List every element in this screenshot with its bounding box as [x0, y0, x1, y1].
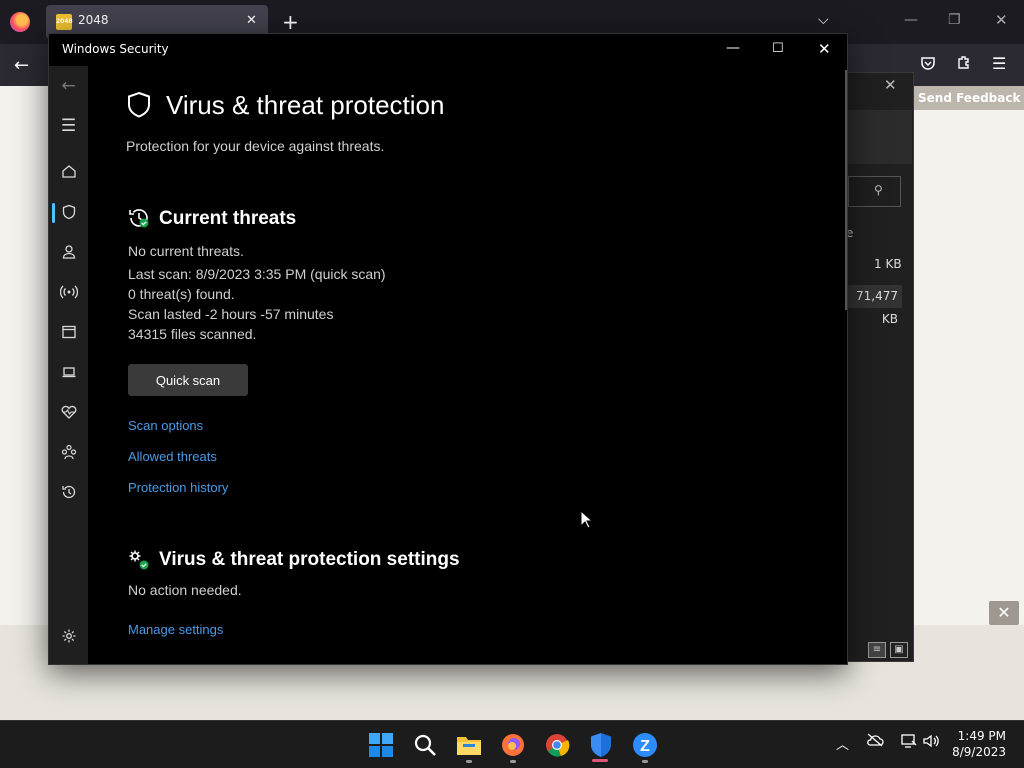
shield-icon	[126, 91, 152, 123]
scan-duration: Scan lasted -2 hours -57 minutes	[128, 306, 334, 322]
running-indicator	[510, 760, 516, 763]
background-window-header	[848, 110, 912, 164]
page-subtitle: Protection for your device against threa…	[126, 138, 385, 154]
settings-status: No action needed.	[128, 582, 242, 598]
chevron-down-icon[interactable]: ⌵	[818, 12, 829, 28]
settings-gears-icon	[128, 549, 150, 575]
current-threats-title: Current threats	[159, 208, 297, 229]
close-icon[interactable]: ✕	[818, 40, 831, 58]
browser-close-icon[interactable]: ✕	[995, 11, 1008, 29]
file-explorer-icon[interactable]	[456, 732, 482, 758]
health-icon[interactable]	[49, 404, 88, 424]
scrollbar[interactable]	[845, 70, 847, 310]
search-icon: ⚲	[874, 183, 883, 197]
scan-history-icon	[128, 207, 150, 233]
chevron-up-icon[interactable]: ︿	[836, 734, 849, 753]
family-icon[interactable]	[49, 444, 88, 464]
menu-icon[interactable]: ☰	[49, 116, 88, 136]
network-icon[interactable]	[49, 284, 88, 304]
page-title: Virus & threat protection	[166, 90, 445, 120]
browser-minimize-icon[interactable]: —	[904, 12, 918, 28]
window-title: Windows Security	[62, 42, 169, 56]
new-tab-icon[interactable]: +	[282, 10, 299, 34]
hamburger-menu-icon[interactable]: ☰	[992, 54, 1006, 73]
shield-icon[interactable]	[49, 204, 88, 224]
details-view-icon[interactable]: ≡	[868, 642, 886, 658]
file-size: 1 KB	[874, 257, 902, 271]
scan-options-link[interactable]: Scan options	[128, 418, 203, 433]
background-window-close-icon[interactable]: ✕	[884, 76, 897, 94]
browser-restore-icon[interactable]: ❐	[948, 12, 961, 28]
file-size-selected[interactable]: 71,477 KB	[848, 285, 902, 326]
back-icon[interactable]: ←	[49, 76, 88, 96]
settings-icon[interactable]	[49, 628, 88, 648]
files-scanned: 34315 files scanned.	[128, 326, 257, 342]
threat-status: No current threats.	[128, 243, 244, 259]
clock-date[interactable]: 8/9/2023	[946, 745, 1006, 759]
active-indicator	[592, 759, 608, 762]
protection-settings-title: Virus & threat protection settings	[159, 549, 460, 570]
account-icon[interactable]	[49, 244, 88, 264]
start-icon[interactable]	[368, 732, 394, 758]
protection-history-link[interactable]: Protection history	[128, 480, 228, 495]
zoom-icon[interactable]: Z	[632, 732, 658, 758]
clock-time[interactable]: 1:49 PM	[956, 729, 1006, 743]
chrome-icon[interactable]	[544, 732, 570, 758]
tiles-view-icon[interactable]: ▣	[890, 642, 908, 658]
tab-close-icon[interactable]: ✕	[246, 13, 257, 28]
quick-scan-button[interactable]: Quick scan	[128, 364, 248, 396]
running-indicator	[466, 760, 472, 763]
threats-found: 0 threat(s) found.	[128, 286, 235, 302]
firefox-icon[interactable]	[10, 12, 30, 32]
maximize-icon[interactable]: ☐	[772, 41, 784, 56]
volume-icon[interactable]	[922, 733, 940, 753]
home-icon[interactable]	[49, 163, 88, 183]
browser-back-icon[interactable]: ←	[14, 55, 29, 76]
extensions-icon[interactable]	[956, 54, 972, 74]
running-indicator	[642, 760, 648, 763]
network-status-icon[interactable]	[900, 733, 918, 753]
onedrive-offline-icon[interactable]	[866, 733, 884, 751]
mouse-cursor	[580, 509, 594, 534]
manage-settings-link[interactable]: Manage settings	[128, 622, 223, 637]
ad-close-icon[interactable]: ✕	[989, 601, 1019, 625]
browser-tab-title[interactable]: 2048	[78, 13, 109, 27]
send-feedback-button[interactable]: Send Feedback	[912, 86, 1024, 110]
tab-favicon-icon: 2048	[56, 14, 73, 30]
minimize-icon[interactable]: —	[726, 40, 740, 56]
pocket-icon[interactable]	[920, 55, 936, 75]
windows-security-taskbar-icon[interactable]	[588, 732, 614, 758]
device-security-icon[interactable]	[49, 364, 88, 384]
firefox-taskbar-icon[interactable]	[500, 732, 526, 758]
history-icon[interactable]	[49, 484, 88, 504]
svg-text:Z: Z	[640, 738, 650, 755]
app-browser-icon[interactable]	[49, 324, 88, 344]
allowed-threats-link[interactable]: Allowed threats	[128, 449, 217, 464]
last-scan: Last scan: 8/9/2023 3:35 PM (quick scan)	[128, 266, 386, 282]
search-icon[interactable]	[412, 732, 438, 758]
